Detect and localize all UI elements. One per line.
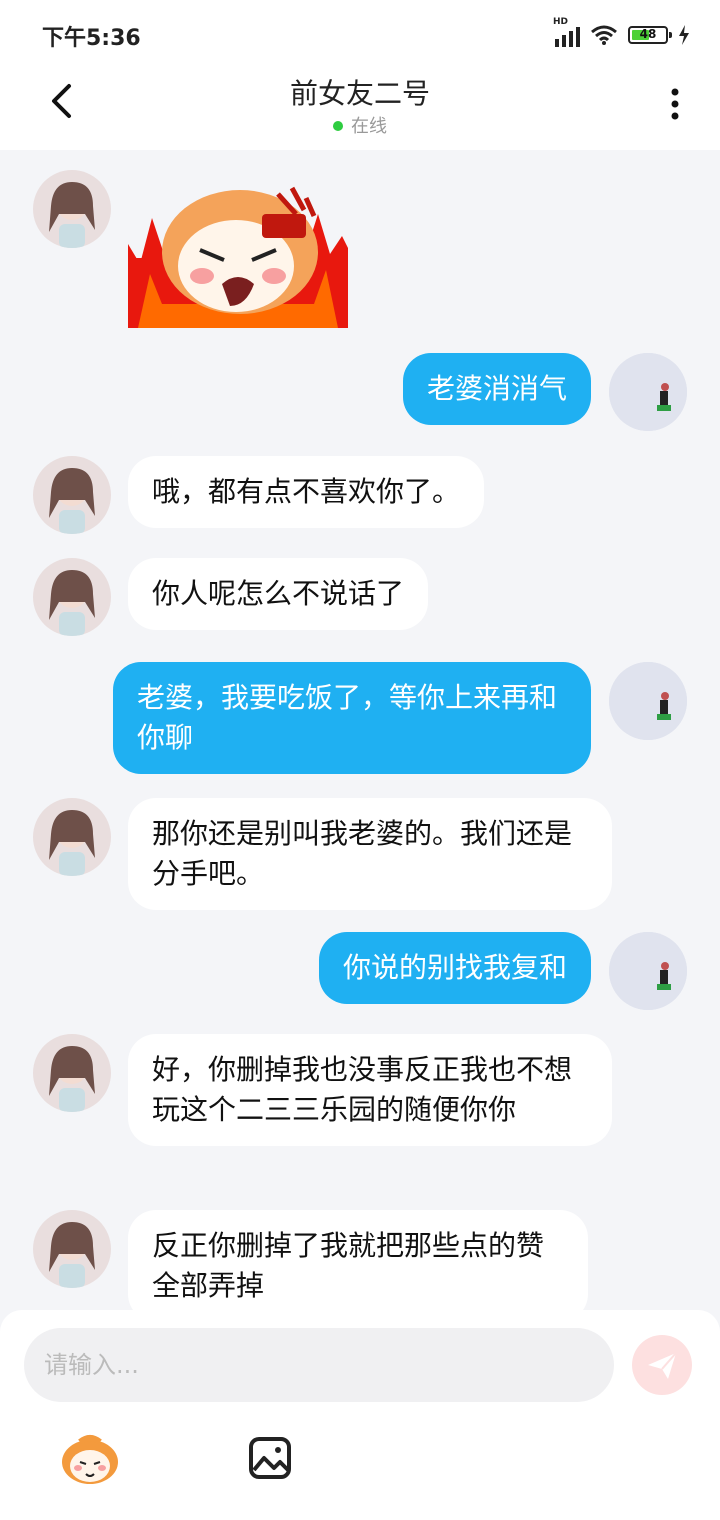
message-input[interactable] <box>24 1328 614 1402</box>
incoming-message[interactable]: 哦，都有点不喜欢你了。 <box>128 456 485 528</box>
send-button[interactable] <box>632 1335 692 1395</box>
wifi-icon <box>591 25 617 45</box>
incoming-message[interactable]: 那你还是别叫我老婆的。我们还是分手吧。 <box>128 798 612 910</box>
contact-avatar[interactable] <box>33 798 111 876</box>
cellular-signal-icon: HD <box>553 17 580 47</box>
incoming-message[interactable]: 好，你删掉我也没事反正我也不想玩这个二三三乐园的随便你你 <box>128 1034 612 1146</box>
chat-header: 前女友二号 在线 <box>0 68 720 150</box>
emoji-sticker-icon[interactable] <box>60 1434 120 1486</box>
message-composer <box>0 1310 720 1520</box>
battery-icon: 48 <box>628 26 672 44</box>
angry-sticker-image[interactable] <box>128 174 348 328</box>
contact-avatar[interactable] <box>33 456 111 534</box>
contact-avatar[interactable] <box>33 1034 111 1112</box>
outgoing-message[interactable]: 你说的别找我复和 <box>318 932 591 1004</box>
image-picker-icon[interactable] <box>248 1436 292 1480</box>
contact-name: 前女友二号 <box>289 77 430 110</box>
contact-avatar[interactable] <box>33 170 111 248</box>
message-list[interactable]: 老婆消消气 哦，都有点不喜欢你了。 你人呢怎么不说话了 老婆，我要吃饭了，等你上… <box>0 150 720 1310</box>
contact-avatar[interactable] <box>33 1210 111 1288</box>
charging-icon <box>679 25 689 45</box>
online-dot-icon <box>333 121 343 131</box>
status-bar: 下午5:36 HD 48 <box>0 0 720 68</box>
my-avatar[interactable] <box>609 353 687 431</box>
outgoing-message[interactable]: 老婆消消气 <box>402 353 591 425</box>
more-options-icon[interactable] <box>660 84 690 124</box>
presence-status: 在线 <box>0 112 720 138</box>
presence-label: 在线 <box>351 116 387 137</box>
my-avatar[interactable] <box>609 662 687 740</box>
incoming-message[interactable]: 你人呢怎么不说话了 <box>128 558 429 630</box>
status-time: 下午5:36 <box>42 26 141 51</box>
network-type-label: HD <box>553 17 569 27</box>
battery-level: 48 <box>639 27 657 41</box>
outgoing-message[interactable]: 老婆，我要吃饭了，等你上来再和你聊 <box>113 662 591 774</box>
my-avatar[interactable] <box>609 932 687 1010</box>
send-icon <box>648 1352 677 1379</box>
contact-avatar[interactable] <box>33 558 111 636</box>
incoming-message[interactable]: 反正你删掉了我就把那些点的赞全部弄掉 <box>128 1210 588 1310</box>
